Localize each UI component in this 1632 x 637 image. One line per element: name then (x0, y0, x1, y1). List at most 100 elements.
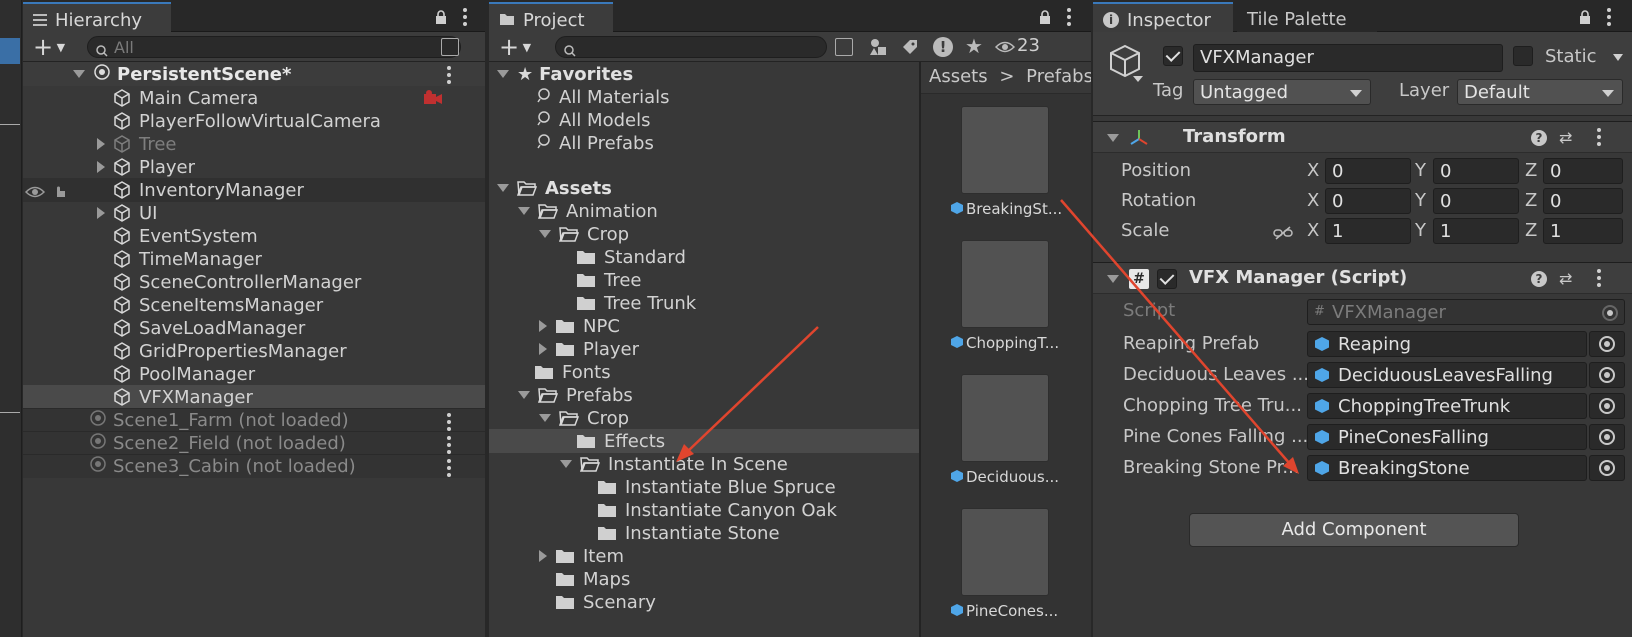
pickable-icon[interactable] (53, 182, 67, 203)
expand-arrow-icon[interactable] (518, 207, 530, 215)
collapse-arrow-icon[interactable] (1107, 275, 1119, 283)
project-folder[interactable]: Assets (489, 176, 919, 200)
help-icon[interactable]: ? (1531, 130, 1547, 146)
tab-tile-palette[interactable]: Tile Palette (1237, 2, 1377, 32)
project-search-input[interactable] (555, 36, 827, 58)
expand-arrow-icon[interactable] (539, 343, 547, 355)
transform-header[interactable]: Transform ? ⇄ (1093, 121, 1632, 153)
hierarchy-item[interactable]: EventSystem (23, 224, 485, 248)
transform-y-field[interactable]: 0 (1433, 158, 1519, 184)
hierarchy-item[interactable]: Player (23, 155, 485, 179)
project-folder[interactable]: Instantiate Blue Spruce (489, 475, 919, 499)
project-folder[interactable]: Instantiate Canyon Oak (489, 498, 919, 522)
project-folder[interactable]: Crop (489, 222, 919, 246)
object-picker-button[interactable] (1589, 424, 1625, 450)
asset-thumbnail[interactable] (961, 508, 1049, 596)
hierarchy-item[interactable]: InventoryManager (23, 178, 485, 202)
favorite-item[interactable]: All Prefabs (489, 131, 919, 155)
asset-thumbnail[interactable] (961, 240, 1049, 328)
constrain-proportions-icon[interactable] (1273, 224, 1293, 245)
expand-arrow-icon[interactable] (539, 320, 547, 332)
tag-dropdown[interactable]: Untagged (1193, 79, 1371, 105)
expand-arrow-icon[interactable] (497, 184, 509, 192)
star-icon[interactable]: ★ (965, 34, 983, 58)
asset-item[interactable]: Deciduous... (951, 468, 1059, 486)
hierarchy-item[interactable]: PoolManager (23, 362, 485, 386)
asset-item[interactable]: PineCones... (951, 602, 1058, 620)
hierarchy-item[interactable]: SceneControllerManager (23, 270, 485, 294)
hierarchy-item[interactable]: UI (23, 201, 485, 225)
expand-arrow-icon[interactable] (497, 70, 509, 78)
project-folder[interactable]: Scenary (489, 590, 919, 614)
script-enabled-checkbox[interactable] (1157, 269, 1177, 289)
project-folder[interactable]: Instantiate In Scene (489, 452, 919, 476)
breadcrumb-assets[interactable]: Assets (929, 66, 988, 87)
prefab-object-field[interactable]: BreakingStone (1307, 455, 1587, 481)
add-dropdown-button[interactable]: + ▼ (499, 35, 531, 60)
object-name-field[interactable]: VFXManager (1193, 44, 1503, 72)
layer-dropdown[interactable]: Default (1457, 79, 1623, 105)
hierarchy-item[interactable]: SaveLoadManager (23, 316, 485, 340)
prefab-object-field[interactable]: Reaping (1307, 331, 1587, 357)
project-folder[interactable]: Tree Trunk (489, 291, 919, 315)
transform-y-field[interactable]: 0 (1433, 188, 1519, 214)
expand-arrow-icon[interactable] (560, 460, 572, 468)
project-folder[interactable]: Standard (489, 245, 919, 269)
tab-hierarchy[interactable]: Hierarchy (23, 2, 171, 32)
add-dropdown-button[interactable]: + ▼ (33, 35, 65, 60)
inspector-menu-icon[interactable] (1607, 8, 1611, 29)
asset-thumbnail[interactable] (961, 106, 1049, 194)
object-picker-button[interactable] (1589, 362, 1625, 388)
component-menu-icon[interactable] (1597, 269, 1601, 290)
hierarchy-item[interactable]: VFXManager (23, 385, 485, 409)
unloaded-scene-row[interactable]: Scene3_Cabin (not loaded) (23, 454, 485, 478)
asset-item[interactable]: BreakingSt... (951, 200, 1062, 218)
scene-menu-icon[interactable] (447, 459, 451, 480)
object-picker-button[interactable] (1589, 331, 1625, 357)
script-component-header[interactable]: # VFX Manager (Script) ? ⇄ (1093, 262, 1632, 294)
hierarchy-item[interactable]: PlayerFollowVirtualCamera (23, 109, 485, 133)
object-picker-button[interactable] (1589, 455, 1625, 481)
project-folder[interactable]: Maps (489, 567, 919, 591)
static-checkbox[interactable] (1513, 46, 1533, 66)
expand-arrow-icon[interactable] (73, 70, 85, 78)
project-folder[interactable]: Animation (489, 199, 919, 223)
hierarchy-item[interactable]: TimeManager (23, 247, 485, 271)
left-edge-dropdown[interactable] (0, 38, 20, 64)
search-filter-icon[interactable] (441, 38, 459, 56)
hierarchy-item[interactable]: SceneItemsManager (23, 293, 485, 317)
asset-item[interactable]: ChoppingT... (951, 334, 1059, 352)
filter-by-label-icon[interactable] (901, 38, 919, 61)
filter-by-type-icon[interactable] (869, 38, 887, 61)
hierarchy-item[interactable]: GridPropertiesManager (23, 339, 485, 363)
active-checkbox[interactable] (1163, 46, 1183, 66)
project-folder[interactable]: Fonts (489, 360, 919, 384)
expand-arrow-icon[interactable] (518, 391, 530, 399)
favorite-item[interactable]: All Models (489, 108, 919, 132)
favorite-item[interactable]: All Materials (489, 85, 919, 109)
lock-icon[interactable] (1579, 8, 1591, 29)
add-component-button[interactable]: Add Component (1189, 513, 1519, 547)
project-folder[interactable]: Prefabs (489, 383, 919, 407)
preset-icon[interactable]: ⇄ (1559, 269, 1572, 288)
unloaded-scene-row[interactable]: Scene2_Field (not loaded) (23, 431, 485, 455)
tab-project[interactable]: Project (489, 2, 613, 32)
prefab-object-field[interactable]: ChoppingTreeTrunk (1307, 393, 1587, 419)
search-filter-icon[interactable] (835, 38, 853, 56)
hierarchy-item[interactable]: Tree (23, 132, 485, 156)
static-dropdown-icon[interactable] (1613, 54, 1623, 61)
expand-arrow-icon[interactable] (97, 207, 105, 219)
transform-z-field[interactable]: 0 (1543, 188, 1623, 214)
prefab-object-field[interactable]: DeciduousLeavesFalling (1307, 362, 1587, 388)
object-picker-button[interactable] (1589, 393, 1625, 419)
transform-z-field[interactable]: 1 (1543, 218, 1623, 244)
lock-icon[interactable] (435, 8, 447, 24)
tab-inspector[interactable]: i Inspector (1093, 2, 1233, 32)
project-folder[interactable]: Instantiate Stone (489, 521, 919, 545)
hierarchy-menu-icon[interactable] (463, 8, 467, 29)
prefab-object-field[interactable]: PineConesFalling (1307, 424, 1587, 450)
warning-icon[interactable]: ! (933, 37, 953, 57)
favorites-header[interactable]: ★ Favorites (489, 62, 919, 86)
lock-icon[interactable] (1039, 8, 1051, 29)
hierarchy-item[interactable]: Main Camera (23, 86, 485, 110)
